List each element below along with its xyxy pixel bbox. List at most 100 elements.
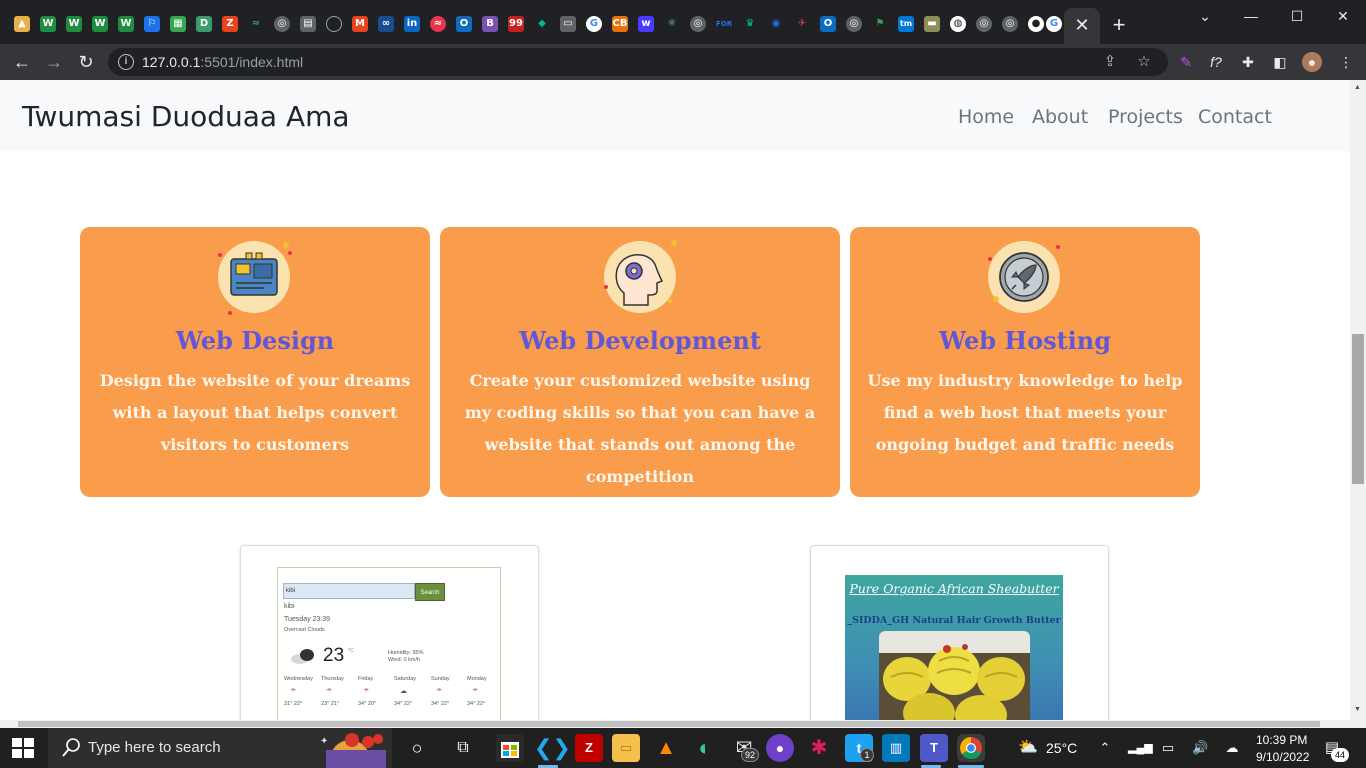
site-info-icon[interactable]: i xyxy=(118,54,134,70)
site-brand[interactable]: Twumasi Duoduaa Ama xyxy=(22,100,350,134)
tab-favicon-41[interactable]: G xyxy=(1046,16,1062,32)
back-arrow-icon[interactable]: ← xyxy=(10,50,34,74)
tab-close-icon[interactable]: ✕ xyxy=(1073,14,1091,36)
onedrive-cloud-icon[interactable]: ☁ xyxy=(1224,740,1240,756)
vscode-icon[interactable]: ❮❯ xyxy=(534,734,571,762)
chrome-icon[interactable] xyxy=(957,734,985,762)
tab-favicon-35[interactable]: tm xyxy=(898,16,914,32)
page-viewport: Twumasi Duoduaa Ama Home About Projects … xyxy=(0,80,1350,720)
tab-favicon-18[interactable]: O xyxy=(456,16,472,32)
project-card-weather-app[interactable]: kibi Search kibi Tuesday 23:39 Overcast … xyxy=(240,545,539,720)
tab-favicon-22[interactable]: ▭ xyxy=(560,16,576,32)
cortana-circle-icon[interactable]: ○ xyxy=(403,734,431,762)
filezilla-icon[interactable]: Z xyxy=(575,734,603,762)
maximize-button[interactable]: ☐ xyxy=(1274,4,1320,28)
tab-favicon-5[interactable]: W xyxy=(118,16,134,32)
tab-favicon-33[interactable]: ◎ xyxy=(846,16,862,32)
tab-favicon-34[interactable]: ⚑ xyxy=(872,16,888,32)
tab-favicon-31[interactable]: ✈ xyxy=(794,16,810,32)
tab-favicon-32[interactable]: O xyxy=(820,16,836,32)
vlc-icon[interactable]: ▲ xyxy=(652,734,680,762)
task-view-icon[interactable]: ⧉ xyxy=(449,734,477,762)
tab-favicon-38[interactable]: ◎ xyxy=(976,16,992,32)
windows-start-icon[interactable] xyxy=(12,738,34,758)
taskbar-weather-temp[interactable]: 25°C xyxy=(1046,741,1077,755)
nav-link-contact[interactable]: Contact xyxy=(1198,106,1272,128)
tab-favicon-23[interactable]: G xyxy=(586,16,602,32)
reload-icon[interactable]: ↻ xyxy=(74,50,98,74)
close-window-button[interactable]: ✕ xyxy=(1320,4,1366,28)
bookmark-star-icon[interactable]: ☆ xyxy=(1134,52,1154,72)
tab-favicon-25[interactable]: w xyxy=(638,16,654,32)
new-tab-button[interactable]: + xyxy=(1107,13,1131,37)
address-url[interactable]: 127.0.0.1:5501/index.html xyxy=(142,54,303,70)
volume-icon[interactable]: 🔊 xyxy=(1192,740,1208,756)
vertical-scrollbar-thumb[interactable] xyxy=(1352,334,1364,484)
tab-favicon-17[interactable]: ≈ xyxy=(430,16,446,32)
tab-favicon-39[interactable]: ◎ xyxy=(1002,16,1018,32)
nav-link-projects[interactable]: Projects xyxy=(1108,106,1183,128)
edge-icon[interactable]: ◐ xyxy=(691,734,719,762)
tab-favicon-30[interactable]: ◉ xyxy=(768,16,784,32)
tab-favicon-13[interactable] xyxy=(326,16,342,32)
slack-icon[interactable]: ✱ xyxy=(805,734,833,762)
tab-favicon-37[interactable]: ◍ xyxy=(950,16,966,32)
battery-icon[interactable]: ▭ xyxy=(1160,740,1176,756)
tab-favicon-1[interactable]: ▲ xyxy=(14,16,30,32)
tab-search-chevron-icon[interactable]: ⌄ xyxy=(1182,4,1228,28)
menu-kebab-icon[interactable]: ⋮ xyxy=(1336,52,1356,72)
tab-favicon-11[interactable]: ◎ xyxy=(274,16,290,32)
tab-favicon-15[interactable]: ∞ xyxy=(378,16,394,32)
forward-arrow-icon[interactable]: → xyxy=(42,50,66,74)
taskbar-time[interactable]: 10:39 PM xyxy=(1256,733,1307,747)
scroll-down-arrow-icon[interactable]: ▼ xyxy=(1354,706,1361,714)
extension-pen-icon[interactable]: ✎ xyxy=(1176,52,1196,72)
tab-favicon-29[interactable]: ♛ xyxy=(742,16,758,32)
tab-favicon-26[interactable]: ⚛ xyxy=(664,16,680,32)
teams-icon[interactable]: T xyxy=(920,734,948,762)
microsoft-store-icon[interactable] xyxy=(496,734,524,762)
weather-wind-value: Wind: 0 km/h xyxy=(388,657,421,663)
tab-favicon-40[interactable]: ● xyxy=(1028,16,1044,32)
tab-favicon-8[interactable]: D xyxy=(196,16,212,32)
tab-favicon-4[interactable]: W xyxy=(92,16,108,32)
tab-favicon-14[interactable]: M xyxy=(352,16,368,32)
github-desktop-icon[interactable]: ● xyxy=(766,734,794,762)
tab-favicon-7[interactable]: ▦ xyxy=(170,16,186,32)
profile-avatar[interactable]: ● xyxy=(1302,52,1322,72)
horizontal-scrollbar-thumb[interactable] xyxy=(18,721,1320,727)
sheabutter-site-screenshot[interactable]: Pure Organic African Sheabutter _SIDDA_G… xyxy=(845,575,1063,720)
show-hidden-icons-chevron[interactable]: ⌃ xyxy=(1097,740,1113,756)
file-explorer-icon[interactable]: ▭ xyxy=(612,734,640,762)
tab-favicon-2[interactable]: W xyxy=(40,16,56,32)
share-icon[interactable]: ⇪ xyxy=(1100,52,1120,72)
trello-icon[interactable]: ▥ xyxy=(882,734,910,762)
taskbar-date[interactable]: 9/10/2022 xyxy=(1256,750,1309,764)
tab-favicon-24[interactable]: CB xyxy=(612,16,628,32)
scroll-up-arrow-icon[interactable]: ▲ xyxy=(1354,84,1361,92)
tab-favicon-20[interactable]: 99 xyxy=(508,16,524,32)
weather-cloud-sun-icon[interactable]: ⛅ xyxy=(1018,740,1038,756)
nav-link-home[interactable]: Home xyxy=(958,106,1014,128)
tab-favicon-16[interactable]: in xyxy=(404,16,420,32)
tab-favicon-36[interactable]: ▬ xyxy=(924,16,940,32)
weather-app-screenshot[interactable]: kibi Search kibi Tuesday 23:39 Overcast … xyxy=(277,567,501,720)
tab-favicon-6[interactable]: ⚐ xyxy=(144,16,160,32)
minimize-button[interactable]: — xyxy=(1228,4,1274,28)
side-panel-icon[interactable]: ◧ xyxy=(1270,52,1290,72)
network-signal-icon[interactable]: ▂▄▆ xyxy=(1128,740,1153,756)
sheabutter-photo xyxy=(879,631,1030,720)
tab-favicon-28[interactable]: FOR xyxy=(716,16,732,32)
tab-favicon-21[interactable]: ◆ xyxy=(534,16,550,32)
address-bar[interactable]: i 127.0.0.1:5501/index.html ⇪ ☆ xyxy=(108,48,1168,76)
tab-favicon-3[interactable]: W xyxy=(66,16,82,32)
extension-fonts-icon[interactable]: f? xyxy=(1206,52,1226,72)
project-card-sheabutter[interactable]: Pure Organic African Sheabutter _SIDDA_G… xyxy=(810,545,1109,720)
tab-favicon-27[interactable]: ◎ xyxy=(690,16,706,32)
extensions-puzzle-icon[interactable]: ✚ xyxy=(1238,52,1258,72)
tab-favicon-19[interactable]: B xyxy=(482,16,498,32)
tab-favicon-12[interactable]: ▤ xyxy=(300,16,316,32)
tab-favicon-9[interactable]: Z xyxy=(222,16,238,32)
tab-favicon-10[interactable]: ≈ xyxy=(248,16,264,32)
nav-link-about[interactable]: About xyxy=(1032,106,1088,128)
